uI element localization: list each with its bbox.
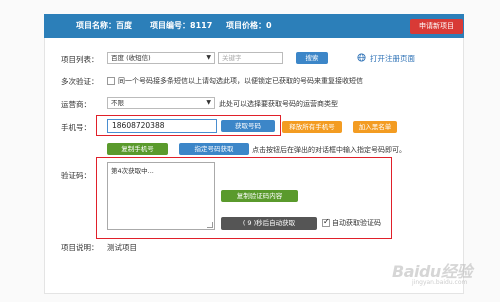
copy-phone-button[interactable]: 复制手机号 bbox=[107, 143, 168, 155]
project-list-label: 项目列表： bbox=[61, 55, 99, 64]
carrier-hint: 此处可以选择要获取号码的运营商类型 bbox=[219, 100, 338, 108]
specify-number-hint: 点击按钮后在弹出的对话框中输入指定号码即可。 bbox=[252, 146, 406, 154]
auto-fetch-label: 自动获取验证码 bbox=[332, 219, 381, 227]
chevron-down-icon: ▼ bbox=[206, 54, 211, 61]
verify-code-content: 第4次获取中... bbox=[111, 167, 154, 175]
search-button[interactable]: 搜索 bbox=[296, 52, 328, 64]
verify-code-label: 验证码： bbox=[61, 171, 91, 180]
project-select-value: 百度 (收短信) bbox=[111, 54, 151, 62]
carrier-select-value: 不限 bbox=[111, 99, 124, 107]
project-id: 项目编号：8117 bbox=[150, 21, 213, 30]
carrier-label: 运营商： bbox=[61, 100, 91, 109]
carrier-select[interactable]: 不限 ▼ bbox=[107, 97, 215, 109]
watermark-url: jingyan.baidu.com bbox=[412, 279, 468, 286]
copy-code-button[interactable]: 复制验证码内容 bbox=[221, 190, 298, 202]
project-desc-label: 项目说明： bbox=[61, 243, 99, 252]
chevron-down-icon: ▼ bbox=[206, 99, 211, 106]
auto-fetch-checkbox[interactable] bbox=[322, 217, 330, 227]
keyword-placeholder: 关键字 bbox=[222, 54, 242, 62]
add-blacklist-button[interactable]: 加入黑名单 bbox=[353, 121, 397, 133]
project-header-bar: 项目名称：百度 项目编号：8117 项目价格：0 bbox=[44, 14, 464, 38]
verify-code-textarea[interactable]: 第4次获取中... bbox=[107, 162, 215, 230]
project-desc-value: 测试项目 bbox=[107, 243, 137, 252]
phone-highlight-box bbox=[96, 115, 281, 136]
project-price: 项目价格：0 bbox=[226, 21, 272, 30]
keyword-input[interactable]: 关键字 bbox=[218, 52, 283, 64]
multi-verify-text: 同一个号码接多条短信以上请勾选此项，以便锁定已获取的号码来重复接收短信 bbox=[118, 77, 363, 85]
release-all-phones-button[interactable]: 释放所有手机号 bbox=[282, 121, 342, 133]
project-name: 项目名称：百度 bbox=[76, 21, 132, 30]
globe-icon bbox=[357, 53, 366, 62]
auto-fetch-countdown-button[interactable]: ( 9 )秒后自动获取 bbox=[221, 217, 317, 230]
phone-label: 手机号： bbox=[61, 123, 91, 132]
resize-grip-icon[interactable] bbox=[207, 222, 213, 228]
open-register-page-link[interactable]: 打开注册页面 bbox=[370, 53, 415, 64]
apply-new-project-button[interactable]: 申请新项目 bbox=[410, 19, 463, 34]
multi-verify-label: 多次验证： bbox=[61, 77, 99, 86]
project-select[interactable]: 百度 (收短信) ▼ bbox=[107, 52, 215, 64]
multi-verify-checkbox[interactable] bbox=[107, 77, 115, 85]
specify-number-button[interactable]: 指定号码获取 bbox=[179, 143, 249, 155]
